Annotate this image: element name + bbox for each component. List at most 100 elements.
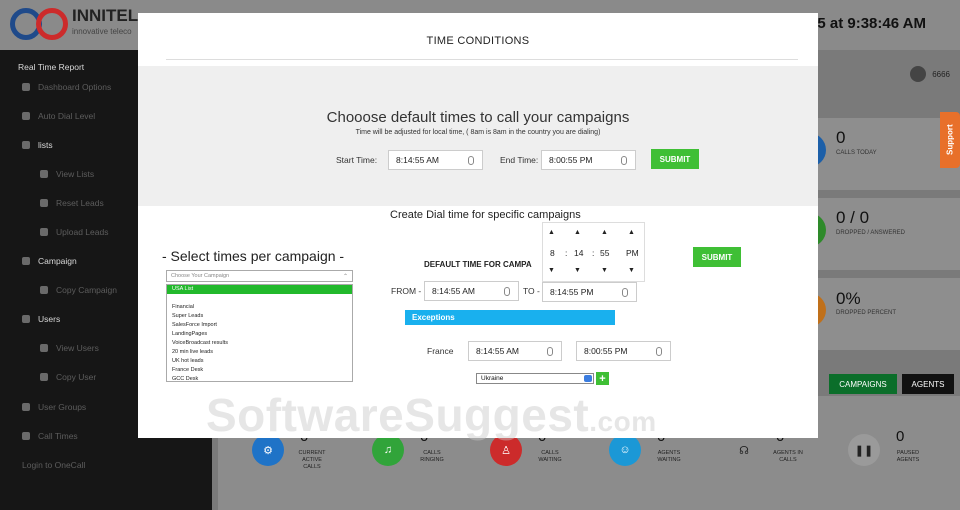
clock-spinner-icon[interactable] [622,288,628,297]
sidebar-item-label: Upload Leads [56,227,109,237]
stat-label: CALLS TODAY [836,150,877,156]
picker-minute: 14 [574,248,584,258]
sidebar-item-label: Users [38,314,61,324]
sidebar-item-call-times[interactable]: Call Times [22,431,78,441]
sidebar-item-label: Auto Dial Level [38,111,96,121]
campaign-option[interactable]: 20 min live leads [167,348,352,357]
campaign-select[interactable]: Choose Your Campaign ⌃ [166,270,353,282]
sidebar-item-label: View Users [56,343,99,353]
sidebar-item-lists[interactable]: lists [22,140,53,150]
sidebar-item-copy-user[interactable]: Copy User [40,372,96,382]
from-time-value: 8:14:55 AM [432,286,476,296]
clock-spinner-icon[interactable] [504,287,510,296]
campaign-option[interactable]: France Desk [167,366,352,375]
default-time-label: DEFAULT TIME FOR CAMPA [424,260,532,269]
phone-icon [22,112,30,120]
sidebar-item-label: Campaign [38,256,77,266]
minute-up-icon[interactable]: ▲ [574,229,581,236]
stat-label: AGENTS WAITING [657,450,681,463]
phone-icon [22,432,30,440]
hour-up-icon[interactable]: ▲ [548,229,555,236]
campaign-option[interactable]: UK hot leads [167,357,352,366]
campaign-list[interactable]: USA List Financial Super Leads SalesForc… [166,284,353,382]
to-time-input[interactable]: 8:14:55 PM [542,282,637,302]
logo-tagline: innovative teleco [72,27,132,36]
stat-label: DROPPED / ANSWERED [836,230,906,236]
hour-down-icon[interactable]: ▼ [548,267,555,274]
sidebar-item-campaign[interactable]: Campaign [22,256,77,266]
group-icon [22,403,30,411]
sidebar-item-label: Reset Leads [56,198,104,208]
stat-label: CURRENT ACTIVE CALLS [298,450,326,470]
end-time-value: 8:00:55 PM [549,155,593,165]
sidebar-item-users[interactable]: Users [22,314,60,324]
second-up-icon[interactable]: ▲ [601,229,608,236]
user-menu[interactable]: 6666 [910,66,950,82]
search-icon [40,344,48,352]
sidebar-item-label: Dashboard Options [38,82,112,92]
sidebar-item-view-lists[interactable]: View Lists [40,169,94,179]
campaign-option[interactable]: GCC Desk [167,375,352,384]
to-time-value: 8:14:55 PM [550,287,594,297]
exception-to-input[interactable]: 8:00:55 PM [576,341,671,361]
sidebar-item-label: lists [38,140,53,150]
minute-down-icon[interactable]: ▼ [574,267,581,274]
campaign-option[interactable]: Financial [167,303,352,312]
submit-campaign-times-button[interactable]: SUBMIT [693,247,741,267]
clock-spinner-icon[interactable] [468,156,474,165]
submit-default-times-button[interactable]: SUBMIT [651,149,699,169]
start-time-value: 8:14:55 AM [396,155,440,165]
exception-from-input[interactable]: 8:14:55 AM [468,341,562,361]
second-down-icon[interactable]: ▼ [601,267,608,274]
from-time-input[interactable]: 8:14:55 AM [424,281,519,301]
send-icon [22,257,30,265]
start-time-input[interactable]: 8:14:55 AM [388,150,483,170]
sidebar-item-view-users[interactable]: View Users [40,343,99,353]
tab-agents[interactable]: AGENTS [902,374,954,394]
exception-country-label: France [427,346,454,356]
clock-spinner-icon[interactable] [656,347,662,356]
ampm-down-icon[interactable]: ▼ [628,267,635,274]
logo-mark [10,4,72,44]
sidebar-item-dashboard-options[interactable]: Dashboard Options [22,82,111,92]
sidebar-item-label: User Groups [38,402,87,412]
users-icon [22,315,30,323]
ampm-up-icon[interactable]: ▲ [628,229,635,236]
time-picker-popup[interactable]: ▲ ▲ ▲ ▲ 8 : 14 : 55 PM ▼ ▼ ▼ ▼ [542,222,645,282]
end-time-label: End Time: [500,155,539,165]
clock-spinner-icon[interactable] [547,347,553,356]
campaign-option[interactable]: USA List [167,285,352,294]
end-time-input[interactable]: 8:00:55 PM [541,150,636,170]
add-exception-button[interactable]: + [596,372,609,385]
pause-icon: ❚❚ [848,434,880,466]
user-name: 6666 [932,69,950,79]
picker-separator: : [592,248,595,258]
sidebar-item-login-onecall[interactable]: Login to OneCall [22,460,85,470]
sidebar-item-reset-leads[interactable]: Reset Leads [40,198,104,208]
to-label: TO - [523,286,540,296]
sidebar-item-upload-leads[interactable]: Upload Leads [40,227,108,237]
campaign-option[interactable]: SalesForce Import [167,321,352,330]
country-select[interactable]: Ukraine [476,373,594,384]
sidebar-item-user-groups[interactable]: User Groups [22,402,86,412]
sidebar-item-copy-campaign[interactable]: Copy Campaign [40,285,117,295]
upload-icon [40,228,48,236]
campaign-option[interactable]: LandingPages [167,330,352,339]
select-times-heading: - Select times per campaign - [162,248,345,264]
picker-ampm: PM [626,248,639,258]
tab-campaigns[interactable]: CAMPAIGNS [829,374,897,394]
sidebar-item-real-time-report[interactable]: Real Time Report [18,62,84,72]
campaign-option[interactable]: Super Leads [167,312,352,321]
stat-label: CALLS WAITING [538,450,562,463]
campaign-option[interactable] [167,294,352,303]
sidebar-item-auto-dial-level[interactable]: Auto Dial Level [22,111,95,121]
default-times-panel [138,66,818,206]
date-time-display: 015 at 9:38:46 AM [800,15,926,32]
start-time-label: Start Time: [336,155,378,165]
sidebar-item-label: View Lists [56,169,95,179]
campaign-option[interactable]: VoiceBroadcast results [167,339,352,348]
support-tab[interactable]: Support [940,112,960,168]
company-logo[interactable]: INNITEL innovative teleco [10,4,138,44]
clock-spinner-icon[interactable] [621,156,627,165]
exception-from-value: 8:14:55 AM [476,346,520,356]
